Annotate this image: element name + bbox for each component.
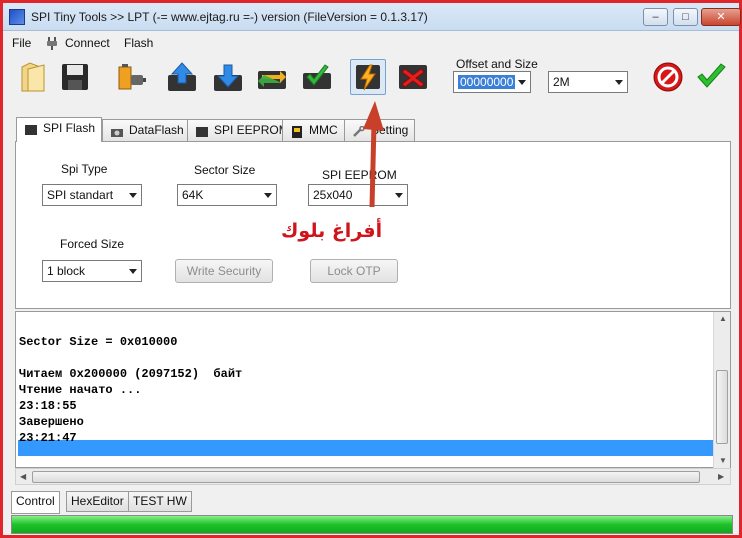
refresh-chip-icon[interactable] [254,59,290,95]
tab-control[interactable]: Control [11,491,60,514]
minimize-icon[interactable]: – [643,8,668,26]
forced-size-value: 1 block [47,264,86,278]
vertical-scrollbar[interactable]: ▲ ▼ [713,312,730,468]
app-icon [9,9,25,25]
spi-type-select[interactable]: SPI standart [42,184,142,206]
check-chip-icon[interactable] [299,59,335,95]
log-line: 23:18:55 [19,399,77,413]
close-icon[interactable]: ✕ [701,8,741,26]
annotation-text: أفراغ بلوك [281,220,383,242]
open-folder-icon[interactable] [15,59,51,95]
tab-label: MMC [309,123,338,137]
tab-spi-eeprom[interactable]: SPI EEPROM [187,119,296,141]
forced-size-label: Forced Size [60,237,125,251]
chip-icon [195,124,209,137]
log-line: Читаем 0x200000 (2097152) байт [19,367,243,381]
save-disk-icon[interactable] [57,59,93,95]
sector-size-value: 64K [182,188,204,202]
menu-connect[interactable]: Connect [65,36,110,50]
chevron-down-icon [264,193,272,198]
upload-arrow-icon[interactable] [164,59,200,95]
flash-bolt-icon[interactable] [350,59,386,95]
maximize-icon[interactable]: □ [673,8,698,26]
tab-mmc[interactable]: MMC [282,119,345,141]
window-title: SPI Tiny Tools >> LPT (-= www.ejtag.ru =… [31,10,428,24]
log-line: Чтение начато ... [19,383,142,397]
chevron-down-icon [518,80,526,85]
camera-icon [110,124,124,137]
spi-eeprom-value: 25x040 [313,188,353,202]
title-bar: SPI Tiny Tools >> LPT (-= www.ejtag.ru =… [3,3,741,31]
annotation-arrow-icon [363,101,384,208]
tab-label: SPI EEPROM [214,123,289,137]
progress-bar [11,515,733,534]
size-combo[interactable]: 2M [548,71,628,93]
sector-size-label: Sector Size [194,163,256,177]
tab-dataflash[interactable]: DataFlash [102,119,191,141]
offset-size-label: Offset and Size [456,57,538,71]
scroll-down-icon[interactable]: ▼ [719,456,727,465]
log-output: Sector Size = 0x010000 Читаем 0x200000 (… [15,311,731,468]
sector-size-select[interactable]: 64K [177,184,277,206]
offset-combo[interactable]: 00000000 [453,71,531,93]
scroll-right-icon[interactable]: ▶ [718,472,724,481]
size-value: 2M [553,75,570,89]
log-lines: Sector Size = 0x010000 Читаем 0x200000 (… [19,318,242,446]
lock-otp-button[interactable]: Lock OTP [310,259,398,283]
ok-check-icon[interactable] [693,59,729,95]
tab-spi-flash[interactable]: SPI Flash [16,117,103,142]
card-icon [290,124,304,138]
log-line: Завершено [19,415,84,429]
horizontal-scrollbar[interactable]: ◀ ▶ [15,468,731,485]
tab-label: DataFlash [129,123,184,137]
tab-label: SPI Flash [43,121,96,135]
tab-hexeditor[interactable]: HexEditor [66,491,129,512]
download-arrow-icon[interactable] [210,59,246,95]
chevron-down-icon [615,80,623,85]
scroll-up-icon[interactable]: ▲ [719,314,727,323]
horizontal-scroll-thumb[interactable] [32,471,700,483]
menu-bar: File Connect Flash [3,32,739,54]
write-security-button[interactable]: Write Security [175,259,273,283]
stop-sign-icon[interactable] [650,59,686,95]
chevron-down-icon [129,269,137,274]
vertical-scroll-thumb[interactable] [716,370,728,444]
chip-icon [24,122,38,135]
progress-fill [12,516,732,533]
forced-size-select[interactable]: 1 block [42,260,142,282]
chevron-down-icon [395,193,403,198]
spi-type-label: Spi Type [61,162,108,176]
log-line: 23:21:47 [19,431,77,445]
tab-test-hw[interactable]: TEST HW [128,491,192,512]
offset-value: 00000000 [458,75,516,89]
toolbar: Offset and Size 00000000 2M [3,54,739,102]
menu-file[interactable]: File [12,36,31,50]
chevron-down-icon [129,193,137,198]
delete-x-icon[interactable] [395,59,431,95]
log-line: Sector Size = 0x010000 [19,335,178,349]
battery-plug-icon[interactable] [113,59,149,95]
app-window: SPI Tiny Tools >> LPT (-= www.ejtag.ru =… [0,0,742,538]
plug-icon [45,36,59,53]
spi-type-value: SPI standart [47,188,114,202]
menu-flash[interactable]: Flash [124,36,153,50]
scroll-left-icon[interactable]: ◀ [20,472,26,481]
